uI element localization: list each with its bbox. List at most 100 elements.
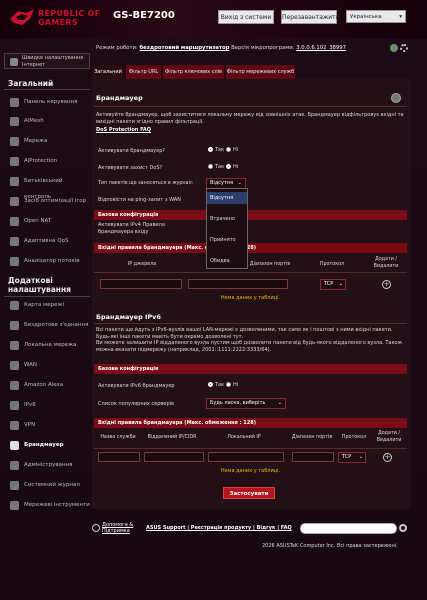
sidebar-item-administration[interactable]: Адміністрування	[4, 457, 90, 473]
game-boost-icon	[10, 197, 19, 206]
sidebar-item-vpn[interactable]: VPN	[4, 417, 90, 433]
sidebar-item-alexa[interactable]: Amazon Alexa	[4, 377, 90, 393]
ipv6-add-rule-button[interactable]: +	[383, 453, 392, 462]
sidebar-item-wireless[interactable]: Бездротове з'єднання	[4, 317, 90, 333]
ipv4-empty-message: Нема даних у таблиці.	[220, 295, 281, 301]
sidebar-item-qos[interactable]: Адаптивна QoS	[4, 233, 90, 249]
radio-icon	[226, 147, 231, 152]
logout-button[interactable]: Вихід з системи	[218, 10, 274, 24]
col-protocol: Протокол	[319, 262, 345, 267]
ipv6-protocol-select[interactable]: TCP ⌄	[338, 452, 366, 463]
source-ip-input[interactable]	[100, 279, 182, 289]
sidebar-item-lan[interactable]: Локальна мережа	[4, 337, 90, 353]
system-log-icon	[10, 481, 19, 490]
vpn-icon	[10, 421, 19, 430]
quick-setup-button[interactable]: Швидке налаштування Інтернет	[4, 53, 90, 69]
top-header: REPUBLIC OF GAMERS GS-BE7200 Вихід з сис…	[0, 0, 427, 38]
network-icon	[10, 137, 19, 146]
radio-selected-icon	[208, 382, 213, 387]
dos-label: Активувати захист DoS?	[98, 165, 163, 171]
ipv6-enable-no[interactable]: Ні	[226, 382, 238, 388]
sidebar-item-wan[interactable]: WAN	[4, 357, 90, 373]
table-divider	[94, 448, 407, 449]
radio-icon	[208, 164, 213, 169]
rog-logo-icon	[10, 9, 34, 25]
ipv6-firewall-title: Брандмауер IPv6	[96, 313, 161, 321]
footer-search-input[interactable]	[300, 523, 397, 534]
sidebar-item-game-boost[interactable]: Засіб оптимізації ігор	[4, 193, 90, 209]
col-service-name: Назва служби	[100, 435, 136, 440]
shield-icon	[10, 157, 19, 166]
lan-icon	[10, 341, 19, 350]
sidebar-item-firewall[interactable]: Брандмауер	[4, 437, 90, 453]
alexa-icon	[10, 381, 19, 390]
model-name: GS-BE7200	[113, 10, 175, 21]
ipv6-services-select[interactable]: Будь ласка, виберіть ⌄	[206, 398, 286, 409]
brand-republic: REPUBLIC OF	[38, 9, 101, 18]
log-option-both[interactable]: Обидва	[207, 255, 247, 267]
log-option-dropped[interactable]: Втрачено	[207, 213, 247, 225]
dos-faq-link[interactable]: DoS Protection FAQ	[96, 127, 151, 134]
quick-setup-icon	[10, 58, 18, 66]
sidebar-item-open-nat[interactable]: Open NAT	[4, 213, 90, 229]
remote-ip-input[interactable]	[144, 452, 204, 462]
chevron-down-icon: ⌄	[358, 454, 363, 460]
ipv6-port-range-input[interactable]	[292, 452, 334, 462]
local-ip-input[interactable]	[208, 452, 284, 462]
sidebar-item-system-log[interactable]: Системний журнал	[4, 477, 90, 493]
sidebar-item-aimesh[interactable]: AiMesh	[4, 113, 90, 129]
brand-gamers: GAMERS	[38, 18, 78, 27]
content-panel	[92, 79, 411, 509]
sidebar-item-dashboard[interactable]: Панель керування	[4, 94, 90, 110]
sidebar-item-network-tools[interactable]: Мережеві інструменти	[4, 497, 90, 513]
wifi-icon	[10, 321, 19, 330]
network-tools-icon	[10, 501, 19, 510]
ipv6-basic-config-bar: Базова конфігурація	[94, 364, 407, 374]
apply-button[interactable]: Застосувати	[223, 487, 275, 499]
help-support-link[interactable]: Допомога & Підтримка	[102, 522, 146, 534]
dos-yes[interactable]: Так	[208, 164, 224, 170]
enable-firewall-label: Активувати брандмауер?	[98, 148, 166, 154]
radio-selected-icon	[226, 164, 231, 169]
port-range-input[interactable]	[188, 279, 288, 289]
log-type-value: Відсутня	[210, 180, 234, 186]
log-type-label: Тип пакетів що заносяться в журнал:	[98, 181, 194, 186]
ipv4-protocol-select[interactable]: TCP ⌄	[320, 279, 346, 290]
sidebar-item-traffic-analyzer[interactable]: Аналізатор потоків	[4, 253, 90, 269]
tab-network-services-filter[interactable]: Фільтр мережевих служб	[226, 65, 296, 79]
title-divider	[94, 106, 407, 107]
sidebar-item-network[interactable]: Мережа	[4, 133, 90, 149]
service-name-input[interactable]	[98, 452, 140, 462]
help-icon[interactable]	[391, 93, 401, 103]
ipv6-empty-message: Нема даних у таблиці.	[220, 468, 281, 474]
sidebar-item-network-map[interactable]: Карта мережі	[4, 297, 90, 313]
radio-selected-icon	[208, 147, 213, 152]
language-value: Українська	[350, 14, 382, 20]
ipv6-enable-yes[interactable]: Активувати IPv6 брандмауерТак	[208, 382, 224, 388]
sidebar-item-aiprotection[interactable]: AiProtection	[4, 153, 90, 169]
dos-no[interactable]: Ні	[226, 164, 238, 170]
enable-firewall-yes[interactable]: Так	[208, 147, 224, 153]
fw-label: Версія мікропрограми:	[231, 45, 295, 51]
enable-firewall-no[interactable]: Ні	[226, 147, 238, 153]
firewall-description: Активуйте брандмауер, щоб захиститися ло…	[96, 112, 404, 125]
app-icon[interactable]	[390, 44, 398, 52]
fw-link[interactable]: 3.0.0.6.102_38997	[296, 45, 346, 51]
sidebar-item-ipv6[interactable]: IPv6	[4, 397, 90, 413]
gear-icon[interactable]	[400, 44, 408, 52]
sidebar-item-parental[interactable]: Батьківський контроль	[4, 173, 90, 200]
mode-link[interactable]: бездротовий маршрутизатор	[139, 45, 229, 51]
language-select[interactable]: Українська ▾	[346, 10, 406, 23]
tab-url-filter[interactable]: Фільтр URL	[126, 65, 162, 79]
ipv6-icon	[10, 401, 19, 410]
add-rule-button[interactable]: +	[382, 280, 391, 289]
log-option-none[interactable]: Відсутня	[207, 192, 247, 204]
footer-links[interactable]: ASUS Support | Реєстрація продукту | Від…	[146, 525, 292, 531]
log-option-accepted[interactable]: Прийнято	[207, 234, 247, 246]
search-icon[interactable]	[399, 524, 407, 532]
tab-keyword-filter[interactable]: Фільтр ключових слів	[163, 65, 225, 79]
col-port-range: Діапазон портів	[249, 262, 291, 267]
chevron-down-icon: ▾	[399, 14, 402, 20]
reboot-button[interactable]: Перезавантажити	[281, 10, 340, 24]
tab-general[interactable]: Загальний	[92, 65, 125, 79]
